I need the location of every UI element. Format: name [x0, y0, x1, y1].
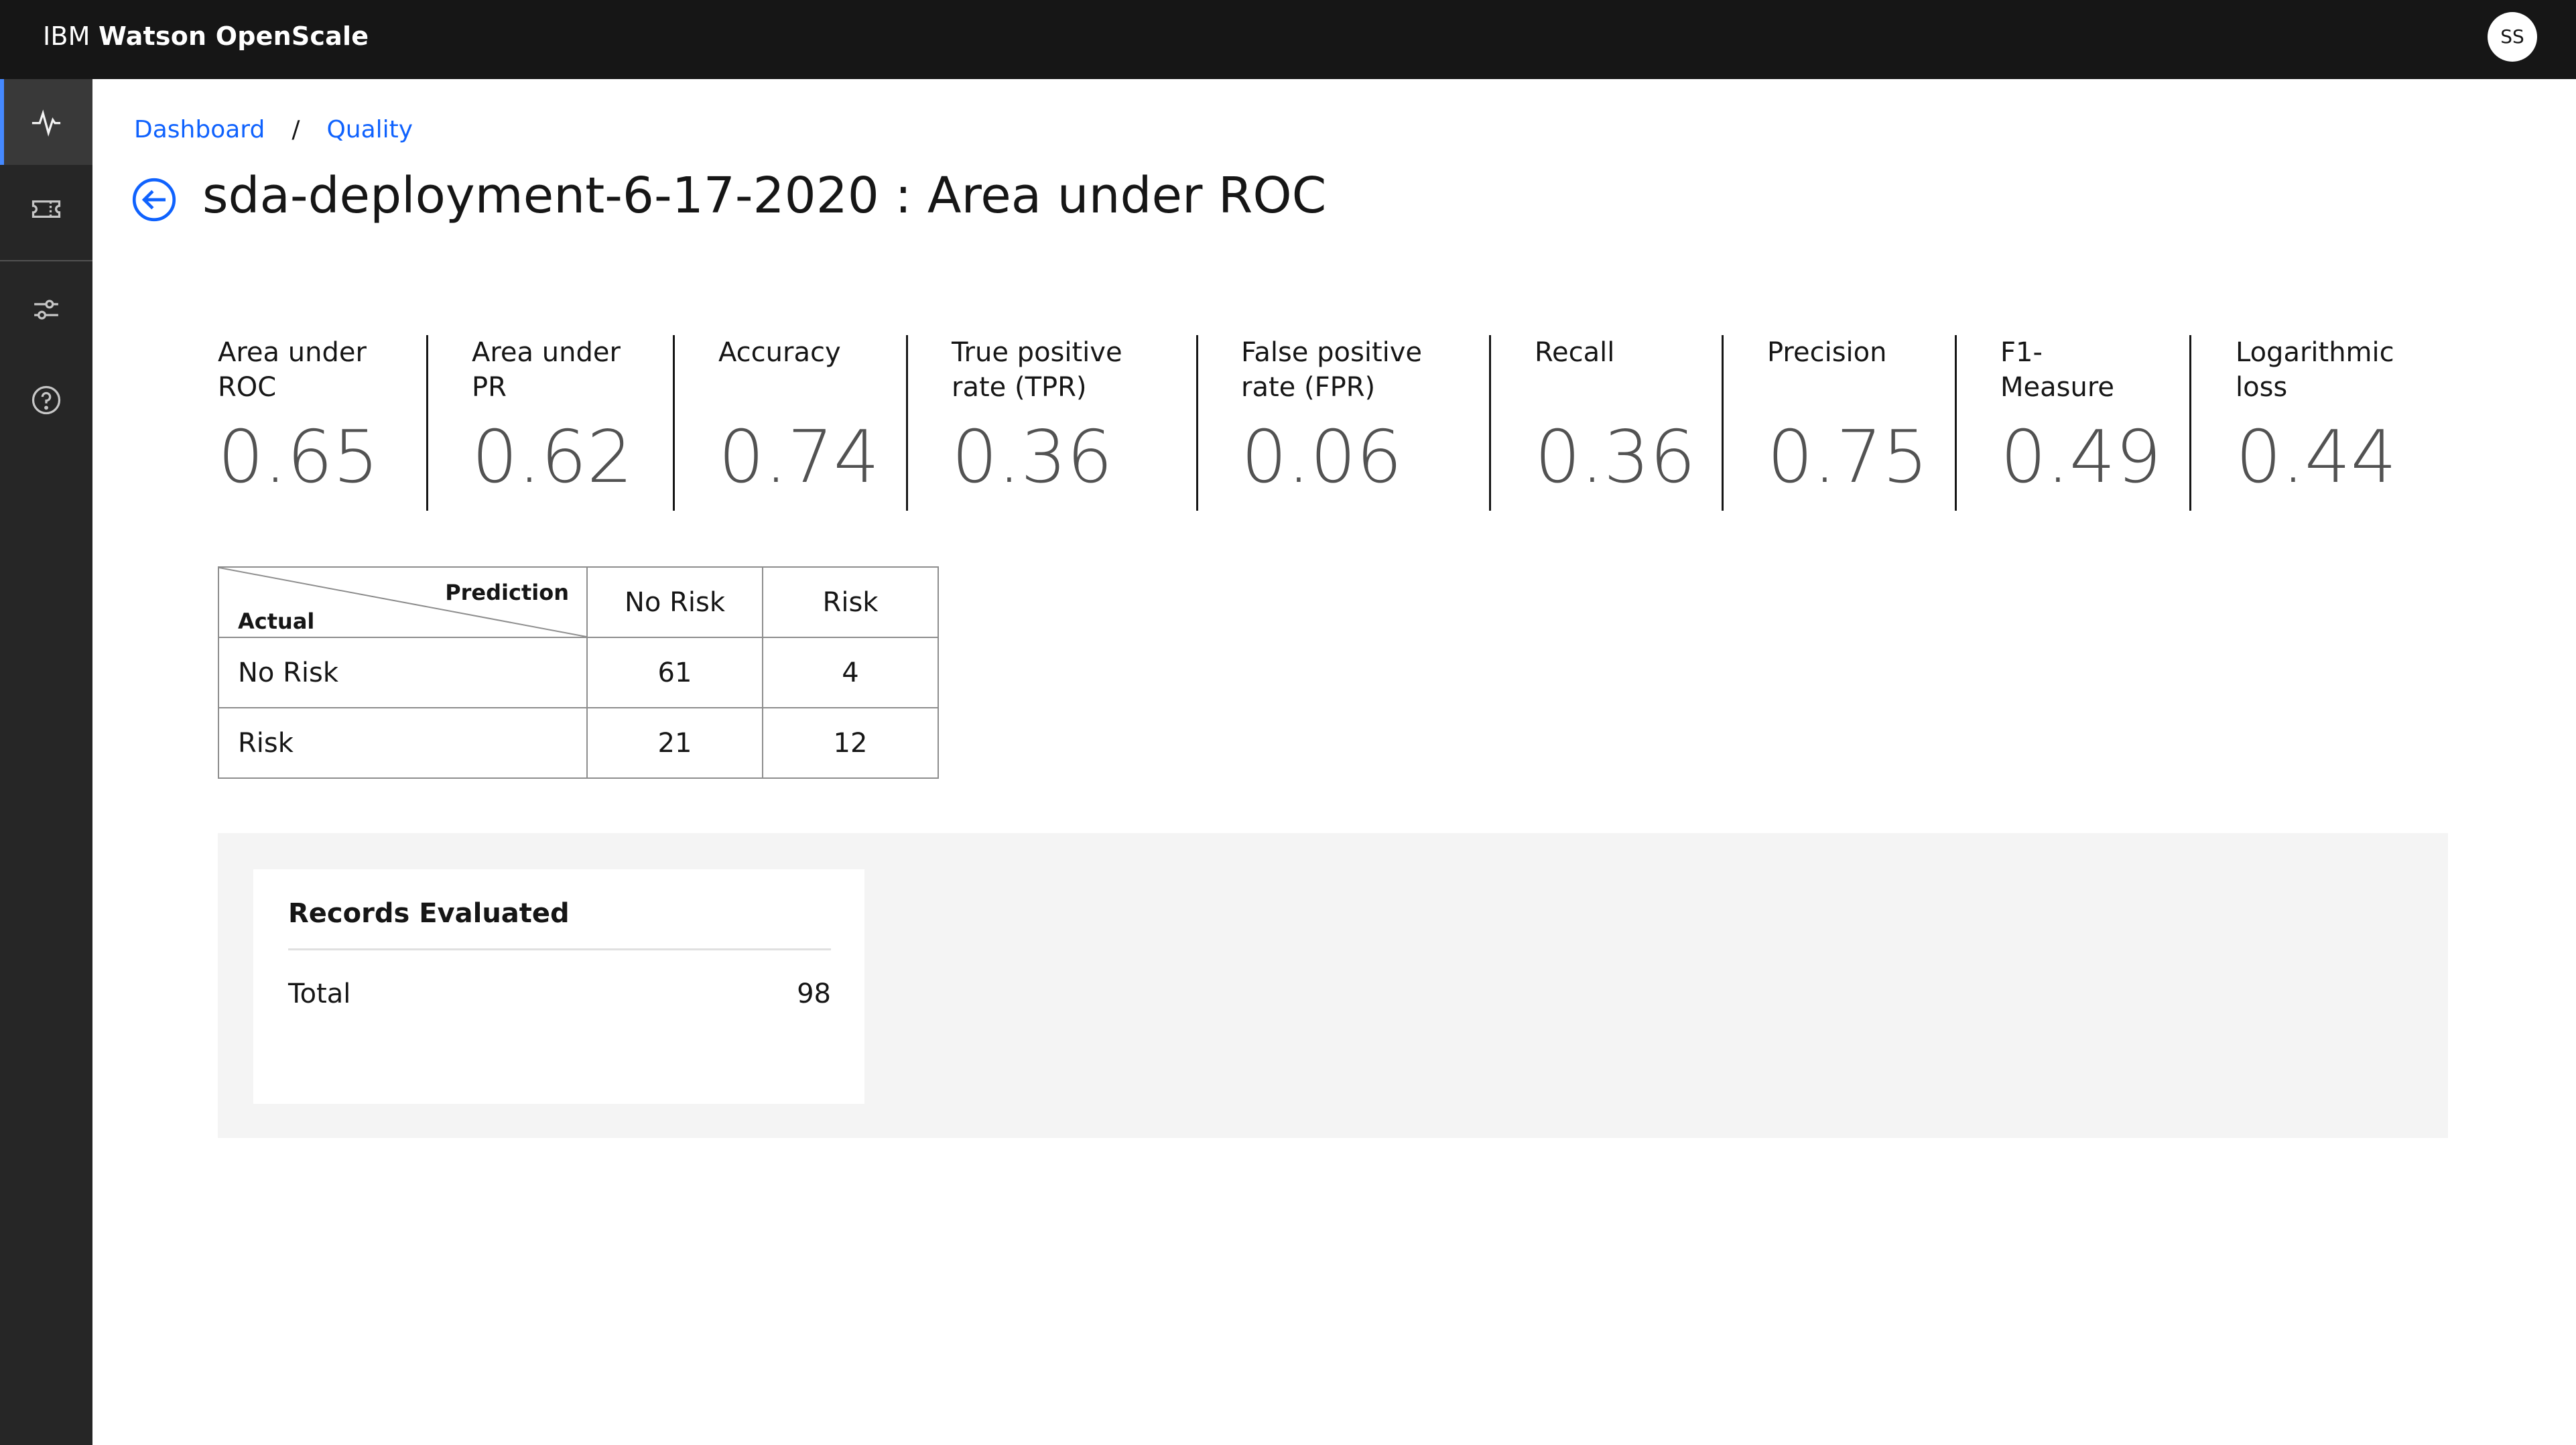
matrix-cell: 21 [586, 707, 763, 779]
metric-label: Measure [2000, 372, 2114, 403]
row-header: No Risk [218, 637, 588, 708]
back-arrow-icon[interactable] [131, 177, 177, 223]
brand-product: Watson OpenScale [98, 21, 369, 51]
metric-value: 0.36 [952, 416, 1113, 499]
breadcrumb-separator: / [292, 116, 300, 143]
user-avatar[interactable]: SS [2488, 12, 2537, 62]
table-row: No Risk 61 4 [218, 637, 939, 708]
actual-axis-label: Actual [238, 609, 315, 634]
prediction-axis-label: Prediction [445, 580, 569, 605]
table-row: Risk 21 12 [218, 707, 939, 779]
metric-label: Precision [1767, 337, 1887, 368]
matrix-cell: 12 [762, 707, 939, 779]
matrix-cell: 61 [586, 637, 763, 708]
metric-label: True positive [952, 337, 1122, 368]
ticket-icon [31, 200, 61, 218]
page-title: sda-deployment-6-17-2020 : Area under RO… [202, 167, 1327, 225]
brand-logo[interactable]: IBM Watson OpenScale [43, 20, 369, 52]
metric-label: False positive [1241, 337, 1423, 368]
metric-label: Logarithmic [2236, 337, 2394, 368]
column-header: No Risk [586, 566, 763, 638]
records-evaluated-card: Records Evaluated Total 98 [253, 869, 864, 1104]
metric-recall: Recall 0.36 [1535, 335, 1695, 509]
confusion-matrix: Prediction Actual No Risk Risk No Risk 6… [218, 566, 939, 779]
breadcrumb: Dashboard / Quality [134, 114, 413, 146]
metric-value: 0.75 [1767, 416, 1929, 499]
column-header: Risk [762, 566, 939, 638]
metric-value: 0.49 [2000, 416, 2162, 499]
records-total-label: Total [288, 979, 351, 1009]
metric-value: 0.44 [2236, 416, 2397, 499]
brand-ibm: IBM [43, 21, 90, 51]
metric-divider [906, 335, 908, 511]
metric-divider [1955, 335, 1957, 511]
metric-label: Recall [1535, 337, 1615, 368]
metric-divider [1489, 335, 1491, 511]
rail-item-tickets[interactable] [0, 166, 92, 252]
metric-value: 0.36 [1535, 416, 1696, 499]
metric-value: 0.62 [472, 416, 633, 499]
top-header: IBM Watson OpenScale SS [0, 0, 2576, 79]
metric-label: F1- [2000, 337, 2043, 368]
matrix-cell: 4 [762, 637, 939, 708]
help-icon [31, 385, 61, 415]
metric-label: ROC [218, 372, 277, 403]
metric-label: PR [472, 372, 507, 403]
metric-area-under-roc: Area under ROC 0.65 [218, 335, 379, 509]
metric-value: 0.74 [718, 416, 880, 499]
records-total-row: Total 98 [288, 977, 831, 1011]
metric-label: rate (TPR) [952, 372, 1087, 403]
records-divider [288, 948, 831, 950]
metric-value: 0.06 [1241, 416, 1403, 499]
records-title: Records Evaluated [288, 898, 570, 929]
metric-accuracy: Accuracy 0.74 [718, 335, 879, 509]
metric-area-under-pr: Area under PR 0.62 [472, 335, 633, 509]
metric-label: Area under [472, 337, 621, 368]
metric-divider [2189, 335, 2191, 511]
breadcrumb-quality[interactable]: Quality [326, 114, 413, 146]
left-nav-rail [0, 79, 92, 1445]
breadcrumb-dashboard[interactable]: Dashboard [134, 114, 265, 146]
rail-item-help[interactable] [0, 357, 92, 443]
metric-label: Accuracy [718, 337, 841, 368]
row-header: Risk [218, 707, 588, 779]
metric-label: rate (FPR) [1241, 372, 1376, 403]
metric-f1-measure: F1- Measure 0.49 [2000, 335, 2161, 509]
metric-true-positive-rate: True positive rate (TPR) 0.36 [952, 335, 1122, 509]
matrix-corner-cell: Prediction Actual [218, 566, 588, 638]
records-total-value: 98 [797, 979, 831, 1009]
metric-logarithmic-loss: Logarithmic loss 0.44 [2236, 335, 2397, 509]
metric-divider [673, 335, 675, 511]
table-header-row: Prediction Actual No Risk Risk [218, 566, 939, 638]
activity-icon [31, 109, 61, 137]
rail-item-configure[interactable] [0, 267, 92, 353]
metric-precision: Precision 0.75 [1767, 335, 1928, 509]
metric-value: 0.65 [218, 416, 379, 499]
metric-label: loss [2236, 372, 2288, 403]
metric-false-positive-rate: False positive rate (FPR) 0.06 [1241, 335, 1422, 509]
metric-divider [426, 335, 428, 511]
metric-label: Area under [218, 337, 367, 368]
metric-divider [1196, 335, 1198, 511]
metric-divider [1722, 335, 1724, 511]
sliders-icon [34, 300, 58, 320]
rail-divider [0, 260, 92, 261]
rail-item-monitor[interactable] [0, 79, 92, 165]
